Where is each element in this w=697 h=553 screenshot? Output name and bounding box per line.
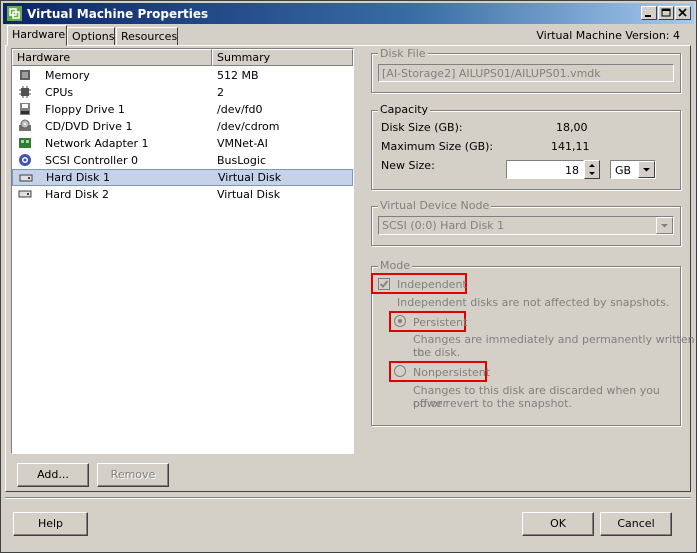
max-size-label: Maximum Size (GB):	[381, 140, 494, 153]
cancel-button[interactable]: Cancel	[600, 512, 672, 536]
row-name: SCSI Controller 0	[45, 154, 138, 167]
ok-button[interactable]: OK	[522, 512, 594, 536]
hardware-row-floppy[interactable]: Floppy Drive 1 /dev/fd0	[12, 101, 353, 118]
maximize-button[interactable]	[658, 6, 674, 20]
hardware-row-cdrom[interactable]: CD/DVD Drive 1 /dev/cdrom	[12, 118, 353, 135]
row-name: Hard Disk 1	[46, 171, 110, 184]
row-summary: /dev/cdrom	[217, 120, 280, 133]
minimize-button[interactable]	[641, 6, 657, 20]
cancel-button-label: Cancel	[617, 517, 655, 530]
persistent-radio[interactable]	[394, 315, 406, 327]
hardware-row-cpus[interactable]: CPUs 2	[12, 84, 353, 101]
independent-hint: Independent disks are not affected by sn…	[397, 296, 670, 309]
tab-resources[interactable]: Resources	[116, 27, 178, 46]
cpu-icon	[19, 86, 31, 98]
chevron-down-icon	[661, 224, 668, 228]
virtual-device-node-label: Virtual Device Node	[378, 199, 492, 212]
network-adapter-icon	[19, 138, 31, 148]
size-unit-dropdown-button[interactable]	[638, 161, 655, 178]
max-size-value: 141,11	[551, 140, 590, 153]
column-header-summary-label: Summary	[217, 51, 271, 64]
row-name: Floppy Drive 1	[45, 103, 125, 116]
vm-version-label: Virtual Machine Version: 4	[536, 29, 680, 42]
nonpersistent-label: Nonpersistent	[413, 366, 491, 379]
virtual-device-node-value: SCSI (0:0) Hard Disk 1	[382, 219, 505, 232]
row-summary: 2	[217, 86, 224, 99]
maximize-icon	[661, 8, 671, 17]
hardware-list[interactable]: Hardware Summary Memory 512 MB CPUs 2 Fl…	[11, 48, 354, 454]
size-unit-value: GB	[615, 164, 632, 177]
spinner-up-icon	[589, 164, 595, 167]
disk-file-label: Disk File	[378, 47, 428, 60]
row-summary: Virtual Disk	[218, 171, 282, 184]
column-header-hardware[interactable]: Hardware	[12, 49, 212, 66]
mode-label: Mode	[378, 259, 412, 272]
tab-hardware-label: Hardware	[12, 28, 66, 41]
footer-separator	[5, 497, 691, 499]
row-summary: Virtual Disk	[217, 188, 281, 201]
virtual-device-node-select[interactable]: SCSI (0:0) Hard Disk 1	[378, 216, 674, 235]
persistent-hint-line-2: the disk.	[413, 346, 461, 359]
new-size-spinner[interactable]	[584, 160, 600, 179]
add-button-label: Add...	[37, 468, 69, 481]
independent-label: Independent	[397, 278, 467, 291]
disk-file-value: [AI-Storage2] AILUPS01/AILUPS01.vmdk	[382, 67, 601, 80]
list-header: Hardware Summary	[12, 49, 353, 66]
disk-size-value: 18,00	[556, 121, 588, 134]
new-size-label: New Size:	[381, 159, 435, 172]
persistent-label: Persistent	[413, 316, 468, 329]
hardware-row-hard-disk-2[interactable]: Hard Disk 2 Virtual Disk	[12, 186, 353, 203]
help-button[interactable]: Help	[13, 512, 88, 536]
hardware-row-hard-disk-1[interactable]: Hard Disk 1 Virtual Disk	[12, 169, 353, 186]
column-header-summary[interactable]: Summary	[212, 49, 353, 66]
hardware-row-scsi-controller[interactable]: SCSI Controller 0 BusLogic	[12, 152, 353, 169]
spinner-down-icon	[589, 172, 595, 175]
new-size-input[interactable]: 18	[506, 160, 584, 179]
row-name: Network Adapter 1	[45, 137, 149, 150]
tab-options-label: Options	[72, 30, 115, 43]
title-bar[interactable]: Virtual Machine Properties	[3, 3, 694, 24]
nonpersistent-hint-line-2: off or revert to the snapshot.	[413, 397, 572, 410]
column-header-hardware-label: Hardware	[17, 51, 71, 64]
cdrom-icon	[19, 119, 31, 131]
ok-button-label: OK	[550, 517, 566, 530]
row-name: CPUs	[45, 86, 74, 99]
memory-icon	[20, 70, 30, 80]
vmware-app-icon	[7, 6, 22, 21]
close-icon	[678, 8, 687, 17]
remove-button[interactable]: Remove	[97, 463, 169, 487]
hardware-row-memory[interactable]: Memory 512 MB	[12, 67, 353, 84]
chevron-down-icon	[643, 168, 650, 172]
window-title: Virtual Machine Properties	[27, 7, 209, 21]
add-button[interactable]: Add...	[17, 463, 89, 487]
vm-properties-window: Virtual Machine Properties Hardware Opti…	[0, 0, 697, 553]
hard-disk-icon	[19, 174, 33, 182]
tab-hardware[interactable]: Hardware	[7, 25, 67, 46]
hard-disk-icon	[18, 190, 32, 198]
nonpersistent-radio[interactable]	[394, 365, 406, 377]
disk-file-field[interactable]: [AI-Storage2] AILUPS01/AILUPS01.vmdk	[378, 64, 674, 82]
floppy-icon	[20, 103, 30, 115]
help-button-label: Help	[37, 517, 64, 530]
minimize-icon	[645, 15, 651, 17]
tab-options[interactable]: Options	[67, 27, 115, 46]
new-size-value: 18	[565, 164, 579, 177]
row-name: Hard Disk 2	[45, 188, 109, 201]
remove-button-label: Remove	[110, 468, 156, 481]
scsi-controller-icon	[19, 154, 31, 166]
hardware-row-network-adapter[interactable]: Network Adapter 1 VMNet-AI	[12, 135, 353, 152]
row-summary: /dev/fd0	[217, 103, 263, 116]
close-button[interactable]	[675, 6, 691, 20]
capacity-label: Capacity	[378, 103, 431, 116]
row-summary: 512 MB	[217, 69, 259, 82]
row-name: CD/DVD Drive 1	[45, 120, 133, 133]
tab-resources-label: Resources	[121, 30, 178, 43]
independent-checkbox[interactable]	[378, 278, 390, 290]
disk-size-label: Disk Size (GB):	[381, 121, 463, 134]
row-summary: VMNet-AI	[217, 137, 268, 150]
virtual-device-node-dropdown-button[interactable]	[656, 217, 673, 234]
row-name: Memory	[45, 69, 90, 82]
row-summary: BusLogic	[217, 154, 267, 167]
